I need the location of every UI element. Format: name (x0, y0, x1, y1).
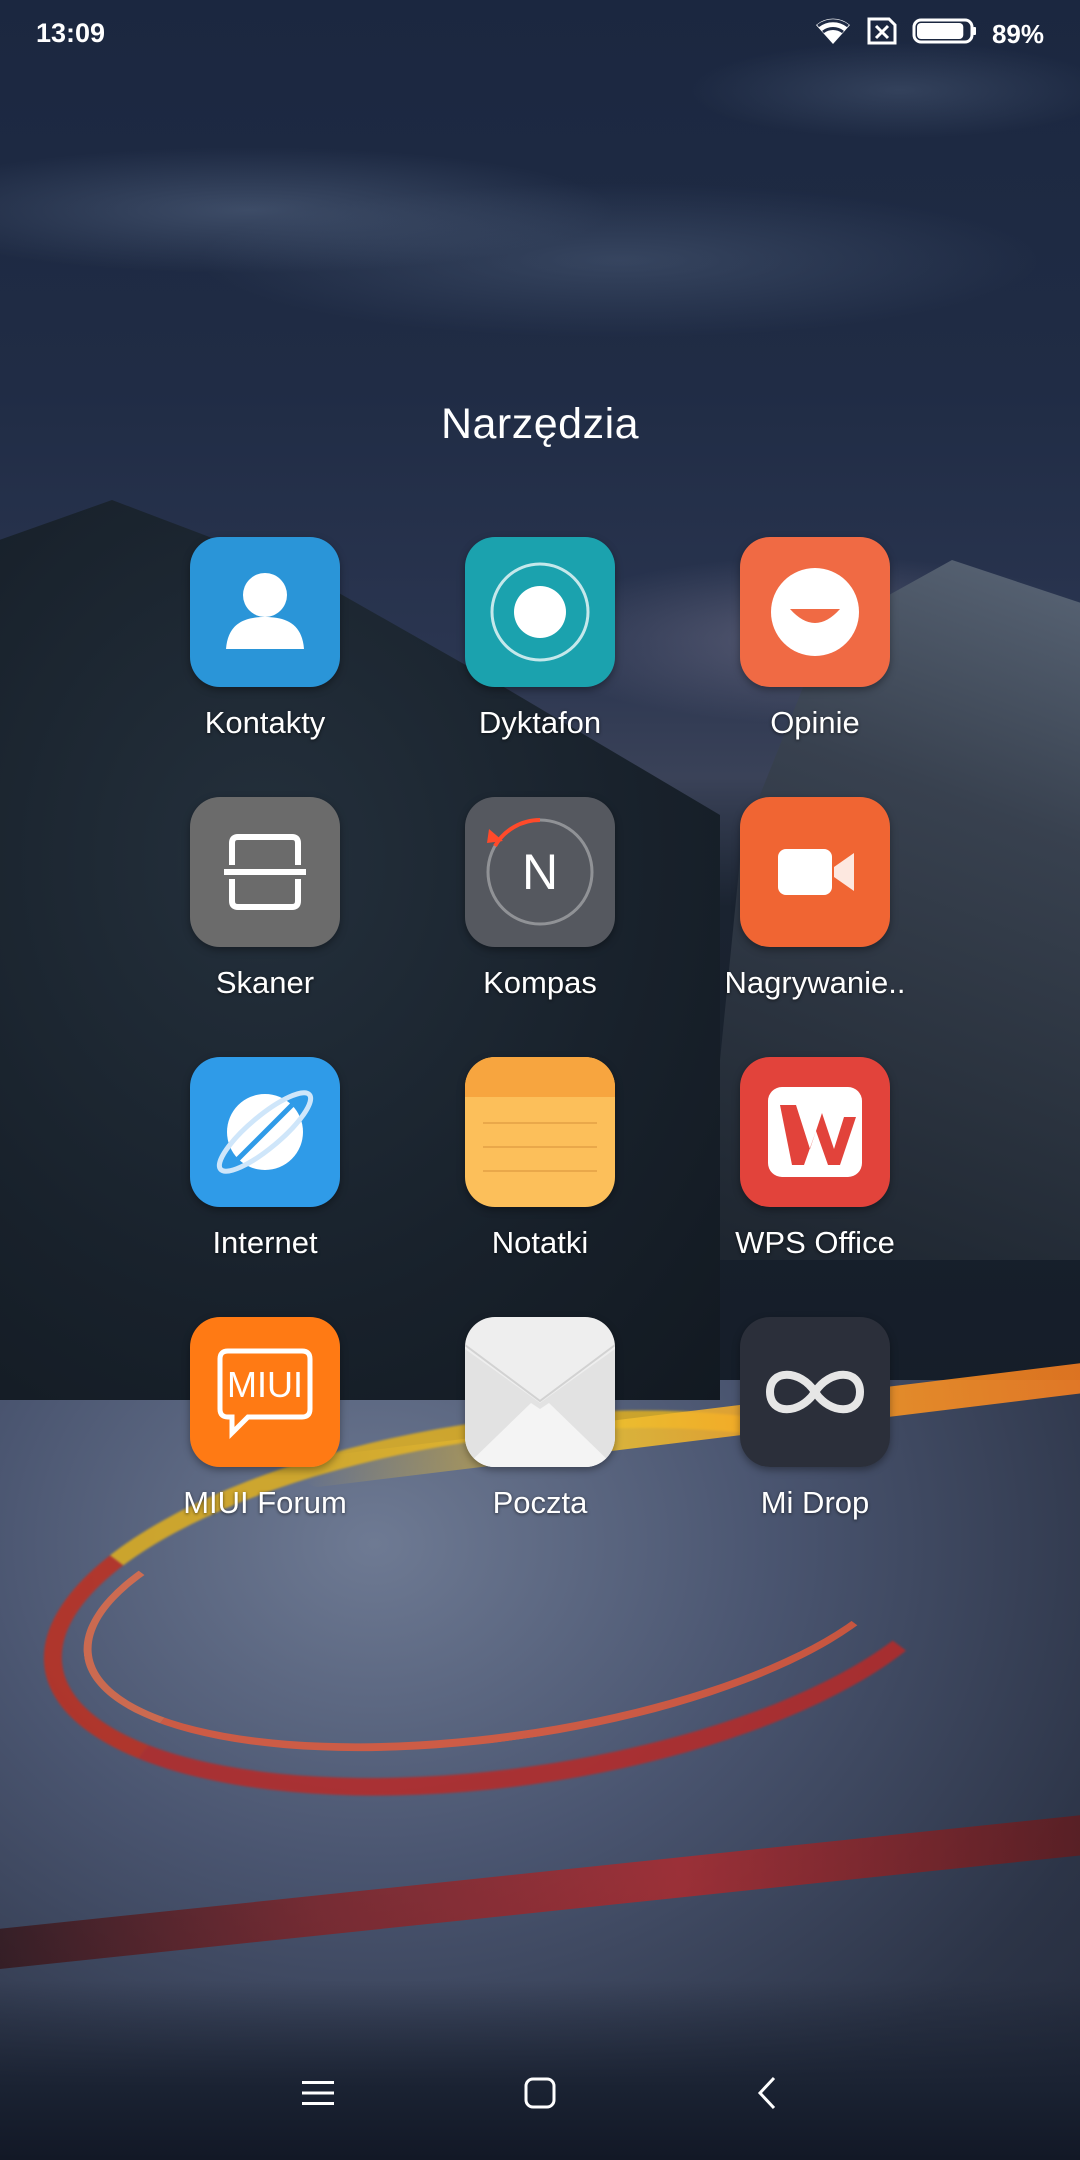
app-poczta[interactable]: Poczta (410, 1317, 670, 1521)
wallpaper-road-lower (0, 1807, 1080, 1973)
app-opinie[interactable]: Opinie (685, 537, 945, 741)
app-label: Poczta (492, 1485, 588, 1520)
app-dyktafon[interactable]: Dyktafon (410, 537, 670, 741)
mail-icon (465, 1317, 615, 1467)
menu-icon (300, 2078, 336, 2113)
app-label: Opinie (770, 705, 860, 740)
wps-office-icon (740, 1057, 890, 1207)
contacts-icon (190, 537, 340, 687)
battery-percent: 89% (991, 19, 1044, 49)
compass-letter: N (522, 844, 558, 900)
compass-icon: N (465, 797, 615, 947)
status-time: 13:09 (36, 18, 106, 48)
app-internet[interactable]: Internet (135, 1057, 395, 1261)
app-label: Nagrywanie.. (724, 965, 906, 1000)
home-button[interactable] (500, 2060, 580, 2130)
app-kompas[interactable]: N Kompas (410, 797, 670, 1001)
home-screen: 13:09 89% Narzędzia Kontakty Dyktafon Op… (0, 0, 1080, 2160)
back-icon (755, 2075, 779, 2116)
app-label: Notatki (491, 1225, 589, 1260)
mi-drop-icon (740, 1317, 890, 1467)
no-sim-icon (866, 16, 898, 53)
app-nagrywanie[interactable]: Nagrywanie.. (685, 797, 945, 1001)
app-label: Kompas (483, 965, 597, 1000)
miui-badge-text: MIUI (227, 1364, 303, 1405)
screen-recorder-icon (740, 797, 890, 947)
browser-icon (190, 1057, 340, 1207)
recorder-icon (465, 537, 615, 687)
app-label: Dyktafon (478, 705, 602, 740)
feedback-icon (740, 537, 890, 687)
miui-forum-icon: MIUI (190, 1317, 340, 1467)
battery-icon (912, 17, 978, 52)
app-skaner[interactable]: Skaner (135, 797, 395, 1001)
scanner-icon (190, 797, 340, 947)
menu-button[interactable] (278, 2060, 358, 2130)
app-label: Kontakty (204, 705, 326, 740)
app-label: Internet (212, 1225, 318, 1260)
app-label: Mi Drop (760, 1485, 870, 1520)
status-bar: 13:09 89% (0, 0, 1080, 66)
app-notatki[interactable]: Notatki (410, 1057, 670, 1261)
app-kontakty[interactable]: Kontakty (135, 537, 395, 741)
app-miui-forum[interactable]: MIUI MIUI Forum (135, 1317, 395, 1521)
app-mi-drop[interactable]: Mi Drop (685, 1317, 945, 1521)
wifi-icon (814, 16, 852, 53)
app-wps-office[interactable]: WPS Office (685, 1057, 945, 1261)
back-button[interactable] (727, 2060, 807, 2130)
folder-title[interactable]: Narzędzia (0, 400, 1080, 449)
status-icons: 89% (814, 16, 1044, 53)
home-icon (523, 2076, 557, 2115)
app-label: Skaner (215, 965, 315, 1000)
app-label: WPS Office (735, 1225, 895, 1260)
notes-icon (465, 1057, 615, 1207)
navigation-bar (0, 2060, 1080, 2130)
app-label: MIUI Forum (183, 1485, 347, 1520)
